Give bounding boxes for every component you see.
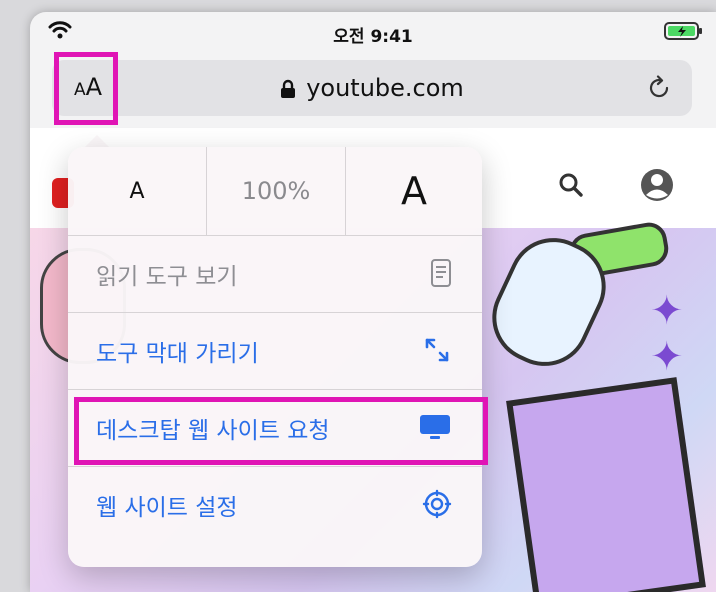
status-time: 오전 9:41 [333, 27, 413, 47]
ios-device-screen: 오전 9:41 AA youtube.com ✦ ✦ A 100% A 읽기 도… [30, 12, 716, 592]
highlight-request-desktop-site [74, 397, 488, 465]
increase-font-button[interactable]: A [346, 147, 482, 235]
battery-icon [664, 22, 702, 40]
highlight-text-size-button [54, 52, 118, 125]
status-bar: 오전 9:41 [30, 12, 716, 52]
menu-item-website-settings[interactable]: 웹 사이트 설정 [68, 467, 482, 543]
menu-item-label: 읽기 도구 보기 [96, 264, 238, 290]
menu-item-label: 도구 막대 가리기 [96, 341, 259, 367]
menu-item-reader[interactable]: 읽기 도구 보기 [68, 236, 482, 313]
art-frame [506, 377, 706, 592]
reload-icon[interactable] [646, 75, 672, 101]
font-size-row: A 100% A [68, 147, 482, 236]
url-field[interactable]: youtube.com [52, 74, 692, 102]
account-icon[interactable] [640, 168, 674, 202]
search-icon[interactable] [558, 172, 584, 198]
url-text: youtube.com [306, 74, 464, 102]
menu-item-label: 웹 사이트 설정 [96, 495, 238, 521]
arrows-expand-icon [425, 338, 449, 362]
address-bar[interactable]: AA youtube.com [52, 60, 692, 116]
decrease-font-button[interactable]: A [68, 147, 207, 235]
gear-icon [422, 489, 452, 519]
menu-item-hide-toolbar[interactable]: 도구 막대 가리기 [68, 313, 482, 390]
reader-icon [431, 259, 451, 287]
zoom-level[interactable]: 100% [207, 147, 346, 235]
art-stars: ✦ ✦ [650, 288, 684, 380]
lock-icon [281, 79, 296, 98]
page-settings-popover: A 100% A 읽기 도구 보기 도구 막대 가리기 데스크탑 웹 사이트 요… [68, 147, 482, 567]
